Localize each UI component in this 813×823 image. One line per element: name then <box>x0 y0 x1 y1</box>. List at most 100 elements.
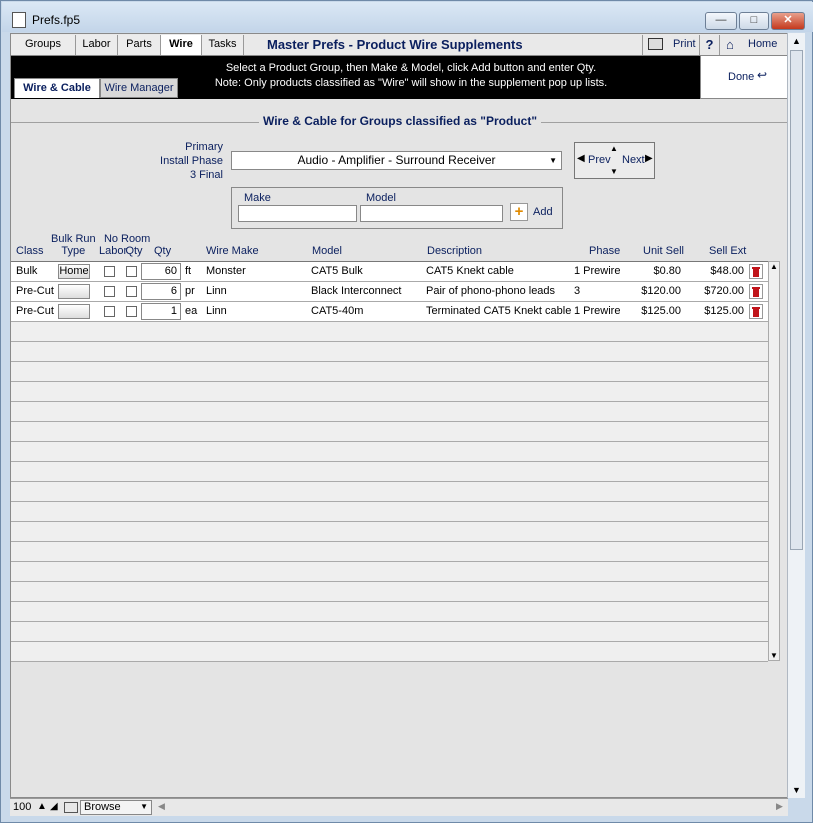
scroll-thumb[interactable] <box>790 50 803 550</box>
empty-table-row <box>11 622 768 642</box>
column-qty: Qty <box>154 245 172 257</box>
qty-field[interactable]: 1 <box>141 303 181 320</box>
house-icon: ⌂ <box>726 37 734 52</box>
column-description: Description <box>427 245 483 257</box>
cell-wire-make: Monster <box>206 265 246 277</box>
window-scrollbar[interactable]: ▲ ▼ <box>787 33 805 798</box>
mode-select[interactable]: Browse ▼ <box>80 800 152 815</box>
empty-table-row <box>11 582 768 602</box>
empty-table-row <box>11 562 768 582</box>
no-labor-checkbox[interactable] <box>104 286 115 297</box>
title-bar: Prefs.fp5 — □ ✕ <box>2 2 813 32</box>
document-icon <box>12 12 26 28</box>
empty-table-row <box>11 402 768 422</box>
cell-phase: 3 <box>574 285 581 297</box>
next-button[interactable]: Next <box>622 154 645 166</box>
trash-icon[interactable] <box>749 284 763 299</box>
room-qty-checkbox[interactable] <box>126 306 137 317</box>
column-room-qty: Room Qty <box>121 233 151 257</box>
empty-table-row <box>11 602 768 622</box>
table-row[interactable]: Bulk Home 60 ft Monster CAT5 Bulk CAT5 K… <box>11 262 768 282</box>
up-triangle-icon: ▲ <box>610 144 618 153</box>
scroll-up-icon[interactable]: ▲ <box>770 262 778 271</box>
scroll-up-icon[interactable]: ▲ <box>792 36 801 46</box>
tab-tasks[interactable]: Tasks <box>202 35 244 55</box>
tab-wire[interactable]: Wire <box>161 35 202 55</box>
trash-icon[interactable] <box>749 304 763 319</box>
done-button[interactable]: Done ↩ <box>700 56 787 99</box>
empty-table-row <box>11 442 768 462</box>
column-model: Model <box>312 245 342 257</box>
table-row[interactable]: Pre-Cut 1 ea Linn CAT5-40m Terminated CA… <box>11 302 768 322</box>
cell-unit-sell: $120.00 <box>641 285 681 297</box>
scroll-left-icon[interactable]: ◀ <box>158 801 165 812</box>
empty-table-row <box>11 502 768 522</box>
tab-groups[interactable]: Groups <box>11 35 76 55</box>
scroll-down-icon[interactable]: ▼ <box>792 785 801 795</box>
wire-table: Bulk Home 60 ft Monster CAT5 Bulk CAT5 K… <box>11 261 768 662</box>
zoom-icon[interactable]: ▲ <box>37 801 47 812</box>
scroll-down-icon[interactable]: ▼ <box>770 651 778 660</box>
model-field[interactable] <box>360 205 503 222</box>
trash-icon[interactable] <box>749 264 763 279</box>
empty-table-row <box>11 382 768 402</box>
room-qty-checkbox[interactable] <box>126 266 137 277</box>
empty-table-row <box>11 542 768 562</box>
no-labor-checkbox[interactable] <box>104 266 115 277</box>
model-label: Model <box>366 192 396 204</box>
cell-sell-ext: $720.00 <box>704 285 744 297</box>
right-triangle-icon: ▶ <box>645 153 653 164</box>
make-field[interactable] <box>238 205 357 222</box>
column-room-qty-line-1: Room <box>121 233 151 245</box>
run-type-button[interactable]: Home <box>58 264 90 279</box>
chevron-down-icon: ▼ <box>140 802 148 811</box>
column-class: Class <box>16 245 44 257</box>
table-row[interactable]: Pre-Cut 6 pr Linn Black Interconnect Pai… <box>11 282 768 302</box>
minimize-button[interactable]: — <box>705 12 737 30</box>
chart-icon[interactable]: ◢ <box>50 801 58 812</box>
printer-icon <box>648 38 663 50</box>
help-button[interactable]: ? <box>700 35 720 55</box>
empty-table-row <box>11 322 768 342</box>
zoom-level[interactable]: 100 <box>13 801 31 813</box>
run-type-button[interactable] <box>58 304 90 319</box>
cell-model: Black Interconnect <box>311 285 402 297</box>
cell-class: Bulk <box>16 265 38 277</box>
no-labor-checkbox[interactable] <box>104 306 115 317</box>
product-group-select[interactable]: Audio - Amplifier - Surround Receiver ▼ <box>231 151 562 170</box>
print-label: Print <box>673 38 696 50</box>
print-button[interactable]: Print <box>642 35 700 55</box>
column-wire-make: Wire Make <box>206 245 259 257</box>
cell-unit: ft <box>185 265 192 277</box>
layout-icon[interactable] <box>64 802 78 813</box>
instruction-line-2: Note: Only products classified as "Wire"… <box>214 77 608 89</box>
add-button[interactable]: Add <box>533 206 553 218</box>
empty-table-row <box>11 362 768 382</box>
plus-icon[interactable]: + <box>510 203 528 221</box>
tab-parts[interactable]: Parts <box>118 35 161 55</box>
cell-sell-ext: $48.00 <box>710 265 744 277</box>
home-button[interactable]: ⌂ Home <box>720 35 787 55</box>
scroll-right-icon[interactable]: ▶ <box>776 801 783 812</box>
column-room-qty-line-2: Qty <box>125 245 143 257</box>
cell-description: Terminated CAT5 Knekt cable <box>426 305 572 317</box>
column-bulk-run-type: Bulk Run Type <box>51 233 96 257</box>
run-type-button[interactable] <box>58 284 90 299</box>
empty-table-row <box>11 482 768 502</box>
layout-area: Groups Labor Parts Wire Tasks Master Pre… <box>10 33 788 798</box>
cell-wire-make: Linn <box>206 305 227 317</box>
tab-wire-manager[interactable]: Wire Manager <box>100 78 178 98</box>
qty-field[interactable]: 60 <box>141 263 181 280</box>
maximize-button[interactable]: □ <box>739 12 769 30</box>
tab-wire-cable[interactable]: Wire & Cable <box>14 78 100 98</box>
tab-labor[interactable]: Labor <box>76 35 118 55</box>
chevron-down-icon: ▼ <box>549 156 557 165</box>
qty-field[interactable]: 6 <box>141 283 181 300</box>
room-qty-checkbox[interactable] <box>126 286 137 297</box>
column-bulk-run-line-2: Type <box>61 245 86 257</box>
column-bulk-run-line-1: Bulk Run <box>51 233 96 245</box>
column-no-labor-line-1: No <box>103 233 119 245</box>
prev-button[interactable]: Prev <box>588 154 611 166</box>
close-button[interactable]: ✕ <box>771 12 805 30</box>
table-scrollbar[interactable]: ▲ ▼ <box>768 261 780 661</box>
